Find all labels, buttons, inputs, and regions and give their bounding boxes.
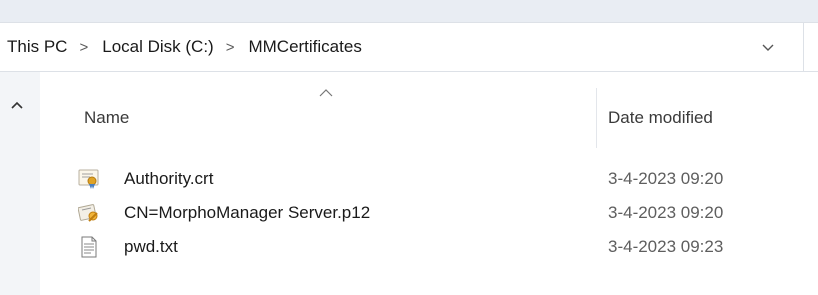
file-row[interactable]: CN=MorphoManager Server.p12 3-4-2023 09:… xyxy=(40,197,818,231)
file-date: 3-4-2023 09:20 xyxy=(608,203,724,222)
column-divider[interactable] xyxy=(596,88,597,148)
breadcrumb-mmcertificates[interactable]: MMCertificates xyxy=(248,37,361,57)
file-row[interactable]: pwd.txt 3-4-2023 09:23 xyxy=(40,231,818,265)
chevron-right-icon[interactable]: > xyxy=(79,39,88,56)
breadcrumb-this-pc[interactable]: This PC xyxy=(7,37,67,57)
certificate-icon xyxy=(78,169,99,189)
window-top-strip xyxy=(0,0,818,22)
text-file-icon xyxy=(81,236,97,258)
file-name[interactable]: Authority.crt xyxy=(124,169,213,189)
breadcrumb-local-disk[interactable]: Local Disk (C:) xyxy=(102,37,213,57)
file-name[interactable]: CN=MorphoManager Server.p12 xyxy=(124,203,370,223)
file-date: 3-4-2023 09:20 xyxy=(608,169,724,188)
personal-certificate-icon xyxy=(78,204,98,222)
file-date: 3-4-2023 09:23 xyxy=(608,237,724,256)
column-header-date-modified[interactable]: Date modified xyxy=(608,108,713,128)
scroll-up-arrow-icon[interactable] xyxy=(10,100,24,110)
file-row[interactable]: Authority.crt 3-4-2023 09:20 xyxy=(40,163,818,197)
column-header-name[interactable]: Name xyxy=(84,108,129,128)
address-divider xyxy=(803,23,804,71)
breadcrumb: This PC > Local Disk (C:) > MMCertificat… xyxy=(7,23,362,71)
file-name[interactable]: pwd.txt xyxy=(124,237,178,257)
sort-ascending-icon xyxy=(319,89,333,97)
address-bar[interactable]: This PC > Local Disk (C:) > MMCertificat… xyxy=(0,22,818,72)
chevron-right-icon[interactable]: > xyxy=(226,39,235,56)
chevron-down-icon[interactable] xyxy=(760,39,776,55)
